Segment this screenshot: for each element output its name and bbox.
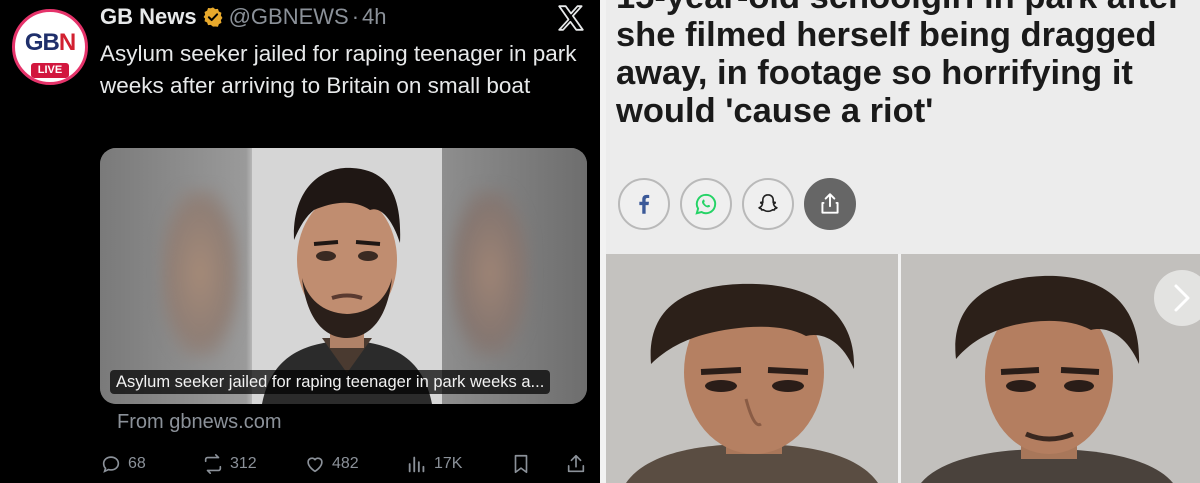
tweet-header: GB News @GBNEWS · 4h xyxy=(100,3,387,31)
account-handle[interactable]: @GBNEWS xyxy=(229,4,349,30)
blurred-region-right xyxy=(450,188,530,358)
tweet-text: Asylum seeker jailed for raping teenager… xyxy=(100,41,577,98)
like-button[interactable]: 482 xyxy=(304,449,359,479)
blurred-region-left xyxy=(160,188,240,358)
article-photo-gallery xyxy=(606,254,1200,483)
x-logo-icon xyxy=(558,5,584,31)
verified-badge-icon xyxy=(203,7,223,27)
facebook-icon xyxy=(639,194,650,214)
card-mugshot-image xyxy=(252,148,442,404)
views-count: 17K xyxy=(434,455,463,472)
repost-button[interactable]: 312 xyxy=(202,449,257,479)
snapchat-share-button[interactable] xyxy=(742,178,794,230)
separator-dot: · xyxy=(351,4,360,29)
whatsapp-icon xyxy=(695,193,717,215)
views-icon xyxy=(408,456,425,473)
more-share-button[interactable] xyxy=(804,178,856,230)
card-source[interactable]: From gbnews.com xyxy=(117,411,282,434)
article-headline: 15-year-old schoolgirl in park after she… xyxy=(616,0,1182,130)
repost-count: 312 xyxy=(230,455,257,472)
card-caption: Asylum seeker jailed for raping teenager… xyxy=(110,370,551,394)
bookmark-button[interactable] xyxy=(510,449,538,479)
like-count: 482 xyxy=(332,455,359,472)
timestamp[interactable]: 4h xyxy=(362,4,386,30)
avatar[interactable]: GBN LIVE xyxy=(12,9,88,85)
facebook-share-button[interactable] xyxy=(618,178,670,230)
share-icon xyxy=(821,193,839,214)
bookmark-icon xyxy=(514,454,528,474)
article-panel: 15-year-old schoolgirl in park after she… xyxy=(606,0,1200,483)
share-icon xyxy=(567,454,585,473)
share-button[interactable] xyxy=(565,449,593,479)
snapchat-icon xyxy=(758,193,778,213)
repost-icon xyxy=(204,454,222,474)
reply-button[interactable]: 68 xyxy=(100,449,146,479)
views-button[interactable]: 17K xyxy=(406,449,462,479)
gbn-logo: GBN xyxy=(24,29,76,56)
reply-count: 68 xyxy=(128,455,146,472)
link-card[interactable]: Asylum seeker jailed for raping teenager… xyxy=(100,148,587,404)
whatsapp-share-button[interactable] xyxy=(680,178,732,230)
tweet-actions: 68 312 482 17K xyxy=(100,449,590,479)
account-name[interactable]: GB News xyxy=(100,4,197,30)
chevron-right-icon xyxy=(1174,284,1190,312)
live-badge: LIVE xyxy=(31,63,69,78)
like-icon xyxy=(307,457,323,473)
gallery-photo-1[interactable] xyxy=(606,254,898,483)
tweet-panel: GBN LIVE GB News @GBNEWS · 4h Asylum see… xyxy=(0,0,600,483)
reply-icon xyxy=(102,456,120,473)
